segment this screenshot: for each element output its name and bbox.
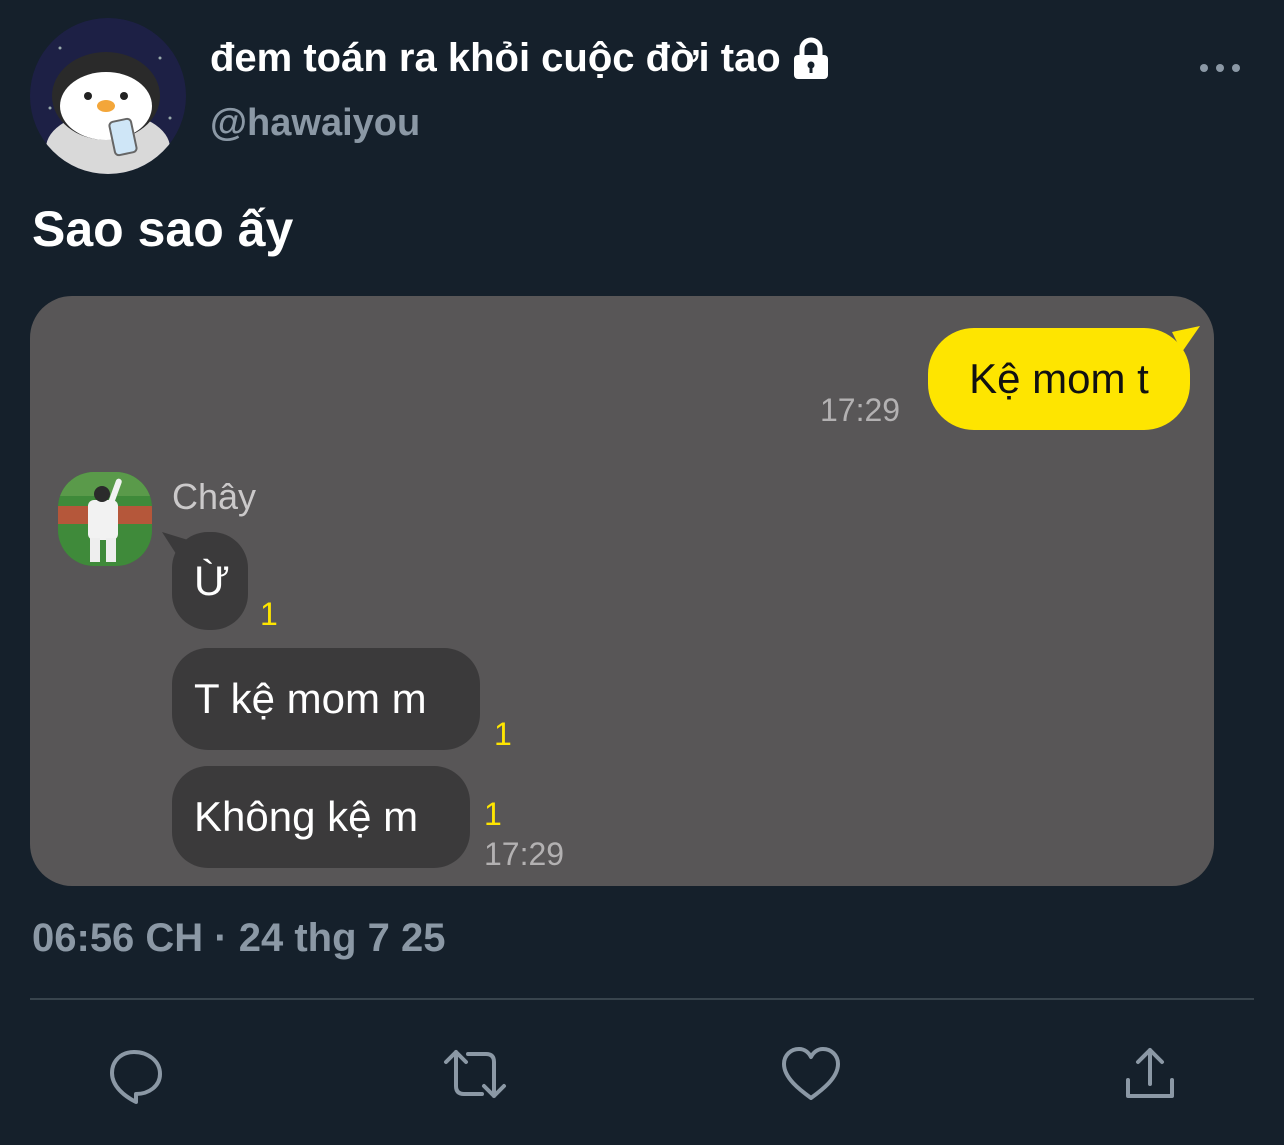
- received-message-text-1: Ừ: [194, 557, 230, 604]
- sent-bubble-tail: [1172, 326, 1200, 352]
- received-message-text-2: T kệ mom m: [194, 675, 427, 722]
- profile-avatar[interactable]: [30, 18, 186, 174]
- retweet-icon[interactable]: [442, 1044, 506, 1104]
- display-name-text: đem toán ra khỏi cuộc đời tao: [210, 36, 781, 80]
- unread-count-1: 1: [260, 596, 278, 632]
- display-name[interactable]: đem toán ra khỏi cuộc đời tao: [210, 36, 831, 81]
- tweet-text: Sao sao ấy: [32, 201, 294, 257]
- sent-message-bubble: Kệ mom t: [928, 328, 1190, 430]
- received-message-bubble-3: Không kệ m: [172, 766, 470, 868]
- share-icon[interactable]: [1120, 1044, 1180, 1104]
- unread-count-3: 1: [484, 796, 502, 832]
- sent-message-text: Kệ mom t: [969, 355, 1149, 402]
- divider: [30, 998, 1254, 1000]
- received-message-bubble-2: T kệ mom m: [172, 648, 480, 750]
- like-icon[interactable]: [780, 1044, 840, 1104]
- received-message-text-3: Không kệ m: [194, 793, 419, 840]
- tweet-media-image[interactable]: Kệ mom t 17:29 Chây Ừ 1 T kệ mom m 1 Khô…: [30, 296, 1214, 886]
- unread-count-2: 1: [494, 716, 512, 752]
- sender-name: Chây: [172, 476, 257, 517]
- reply-icon[interactable]: [106, 1044, 166, 1104]
- penguin-avatar-image: [30, 18, 186, 174]
- chat-avatar: [58, 472, 152, 566]
- received-message-bubble-1: Ừ: [172, 532, 248, 630]
- tweet-timestamp[interactable]: 06:56 CH · 24 thg 7 25: [32, 916, 446, 961]
- received-time: 17:29: [484, 836, 565, 872]
- more-icon[interactable]: [1198, 58, 1242, 78]
- baseball-player-avatar-image: [58, 472, 152, 566]
- user-handle[interactable]: @hawaiyou: [210, 102, 420, 145]
- sent-time: 17:29: [820, 392, 901, 428]
- lock-icon: [791, 37, 831, 81]
